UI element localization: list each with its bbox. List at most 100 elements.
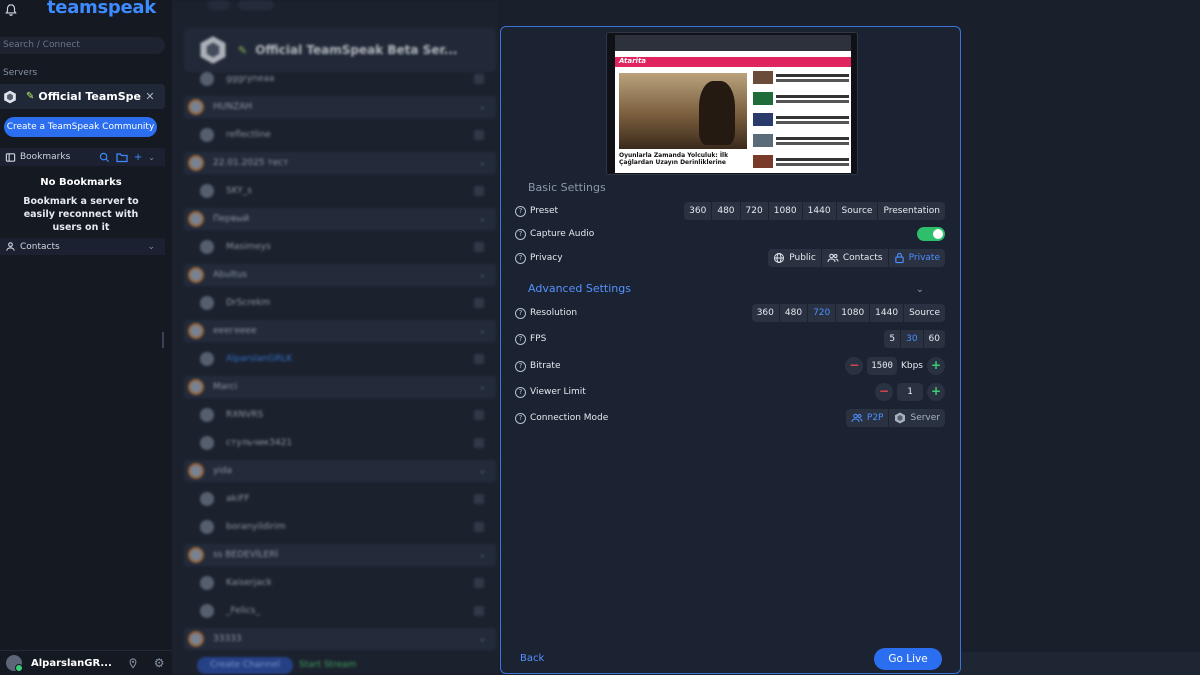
screen-icon[interactable] [208, 0, 230, 10]
privacy-option-private[interactable]: Private [887, 249, 945, 267]
channel-row[interactable]: 22.01.2025 тест ⌄ [184, 152, 496, 174]
capture-audio-label: Capture Audio [530, 229, 595, 239]
preset-option-source[interactable]: Source [835, 202, 878, 220]
user-status-icon [474, 242, 484, 252]
username[interactable]: AlparslanGR... [31, 658, 112, 669]
preset-option-360[interactable]: 360 [684, 202, 711, 220]
bookmarks-header[interactable]: Bookmarks + ⌄ [0, 148, 165, 166]
channel-row[interactable]: ееегееее ⌄ [184, 320, 496, 342]
user-name: AlparslanGRLK [226, 354, 293, 364]
user-row[interactable]: AlparslanGRLK [184, 348, 496, 370]
channel-row[interactable]: Первый ⌄ [184, 208, 496, 230]
channel-row[interactable]: Abultus ⌄ [184, 264, 496, 286]
chevron-down-icon: ⌄ [478, 550, 486, 560]
top-bar: teamspeak [0, 0, 172, 26]
preset-option-1440[interactable]: 1440 [801, 202, 836, 220]
channel-name: ееегееее [213, 326, 257, 336]
preset-option-1080[interactable]: 1080 [767, 202, 802, 220]
help-icon[interactable]: ? [515, 205, 526, 217]
fps-option-5[interactable]: 5 [884, 330, 900, 348]
user-row[interactable]: RXNVRS [184, 404, 496, 426]
channel-row[interactable]: yida ⌄ [184, 460, 496, 482]
channel-icon [188, 631, 204, 647]
user-row[interactable]: _Felics_ [184, 600, 496, 622]
user-icon [200, 576, 214, 590]
chevron-down-icon: ⌄ [478, 270, 486, 280]
channel-row[interactable]: Marci ⌄ [184, 376, 496, 398]
start-stream-button[interactable]: Start Stream [299, 657, 375, 674]
privacy-option-public[interactable]: Public [768, 249, 821, 267]
connection-option-p2p[interactable]: P2P [846, 409, 889, 427]
mic-icon[interactable] [238, 0, 274, 10]
go-live-button[interactable]: Go Live [874, 648, 942, 670]
channel-row[interactable]: ss BEDEVİLERİ ⌄ [184, 544, 496, 566]
user-row[interactable]: reflectline [184, 124, 496, 146]
bitrate-decrease-button[interactable]: − [845, 357, 864, 375]
fps-option-30[interactable]: 30 [900, 330, 922, 348]
channel-row[interactable]: 33333 ⌄ [184, 628, 496, 650]
folder-icon[interactable] [116, 152, 128, 163]
bitrate-input[interactable]: 1500 [867, 357, 897, 375]
chevron-down-icon[interactable]: ⌄ [147, 242, 155, 252]
chevron-down-icon[interactable]: ⌄ [916, 284, 924, 295]
create-channel-button[interactable]: Create Channel [197, 657, 293, 674]
help-icon[interactable]: ? [515, 228, 526, 240]
server-hex-icon [198, 35, 228, 65]
capture-audio-toggle[interactable] [917, 227, 945, 241]
user-row[interactable]: akiFF [184, 488, 496, 510]
location-pin-icon[interactable] [128, 657, 138, 669]
resolution-option-1080[interactable]: 1080 [835, 304, 869, 322]
search-input[interactable]: Search / Connect [0, 37, 165, 54]
help-icon[interactable]: ? [515, 307, 526, 319]
help-icon[interactable]: ? [515, 360, 526, 372]
resolution-option-480[interactable]: 480 [778, 304, 807, 322]
resolution-option-360[interactable]: 360 [752, 304, 779, 322]
advanced-settings-title[interactable]: Advanced Settings [528, 282, 631, 295]
user-row[interactable]: стульчик3421 [184, 432, 496, 454]
help-icon[interactable]: ? [515, 412, 526, 424]
help-icon[interactable]: ? [515, 386, 526, 398]
fps-option-60[interactable]: 60 [922, 330, 945, 348]
channel-row[interactable]: HUNZAH ⌄ [184, 96, 496, 118]
preset-option-720[interactable]: 720 [739, 202, 768, 220]
connection-option-server[interactable]: Server [888, 409, 945, 427]
privacy-option-contacts[interactable]: Contacts [820, 249, 888, 267]
resolution-segmented-control: 360 480 720 1080 1440 Source [751, 304, 945, 322]
help-icon[interactable]: ? [515, 252, 526, 264]
viewer-limit-decrease-button[interactable]: − [875, 383, 893, 401]
privacy-segmented-control: Public Contacts Private [768, 249, 945, 267]
preset-option-presentation[interactable]: Presentation [877, 202, 945, 220]
user-row[interactable]: SKY_s [184, 180, 496, 202]
chevron-down-icon[interactable]: ⌄ [148, 152, 155, 163]
close-icon[interactable]: ✕ [145, 90, 154, 103]
avatar[interactable] [6, 655, 23, 672]
user-row[interactable]: gggryneaa [184, 68, 496, 90]
resolution-option-1440[interactable]: 1440 [869, 304, 903, 322]
bell-icon[interactable] [4, 3, 20, 19]
preset-option-480[interactable]: 480 [711, 202, 739, 220]
preview-list-item [753, 113, 849, 132]
add-icon[interactable]: + [134, 152, 142, 163]
user-row[interactable]: boranyildirim [184, 516, 496, 538]
user-row[interactable]: Masimeys [184, 236, 496, 258]
sidebar-resize-handle[interactable] [162, 332, 164, 348]
back-button[interactable]: Back [520, 653, 544, 664]
server-tab-official[interactable]: ✎ Official TeamSpeak ... ✕ [0, 84, 165, 109]
help-icon[interactable]: ? [515, 333, 526, 345]
gear-icon[interactable]: ⚙ [154, 656, 165, 670]
bitrate-increase-button[interactable]: + [927, 357, 945, 375]
user-row[interactable]: DrScrekm [184, 292, 496, 314]
pencil-icon: ✎ [238, 43, 248, 57]
viewer-limit-increase-button[interactable]: + [927, 383, 945, 401]
search-icon[interactable] [99, 152, 110, 163]
bookmark-icon [5, 152, 16, 163]
user-status-icon [474, 410, 484, 420]
viewer-limit-input[interactable]: 1 [897, 383, 923, 401]
channel-icon [188, 463, 204, 479]
resolution-option-source[interactable]: Source [903, 304, 945, 322]
preset-segmented-control: 360 480 720 1080 1440 Source Presentation [684, 202, 945, 220]
contacts-header[interactable]: Contacts ⌄ [0, 238, 165, 255]
user-row[interactable]: Kaiserjack [184, 572, 496, 594]
resolution-option-720[interactable]: 720 [807, 304, 835, 322]
create-community-button[interactable]: Create a TeamSpeak Community [4, 117, 157, 137]
